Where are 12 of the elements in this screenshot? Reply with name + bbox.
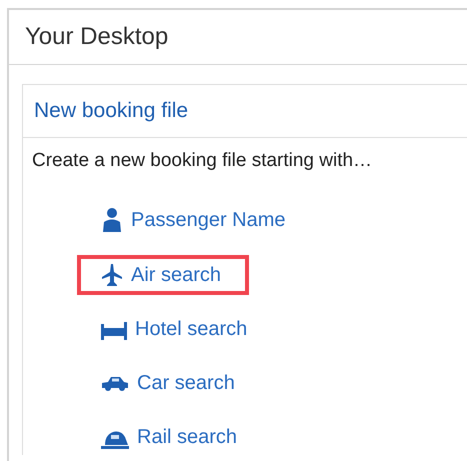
search-link[interactable]: Rail search: [79, 420, 264, 455]
bed-icon: [101, 320, 127, 340]
intro-text: Create a new booking file starting with…: [32, 150, 374, 172]
person-icon: [101, 208, 123, 232]
search-link[interactable]: Passenger Name: [79, 202, 312, 238]
card-title: New booking file: [34, 99, 188, 123]
panel-title: Your Desktop: [25, 23, 168, 51]
search-link[interactable]: Hotel search: [79, 312, 274, 347]
airplane-icon: [101, 263, 123, 287]
car-icon: [101, 376, 129, 392]
search-link[interactable]: Air search: [79, 257, 248, 293]
search-link[interactable]: Car search: [79, 366, 261, 401]
